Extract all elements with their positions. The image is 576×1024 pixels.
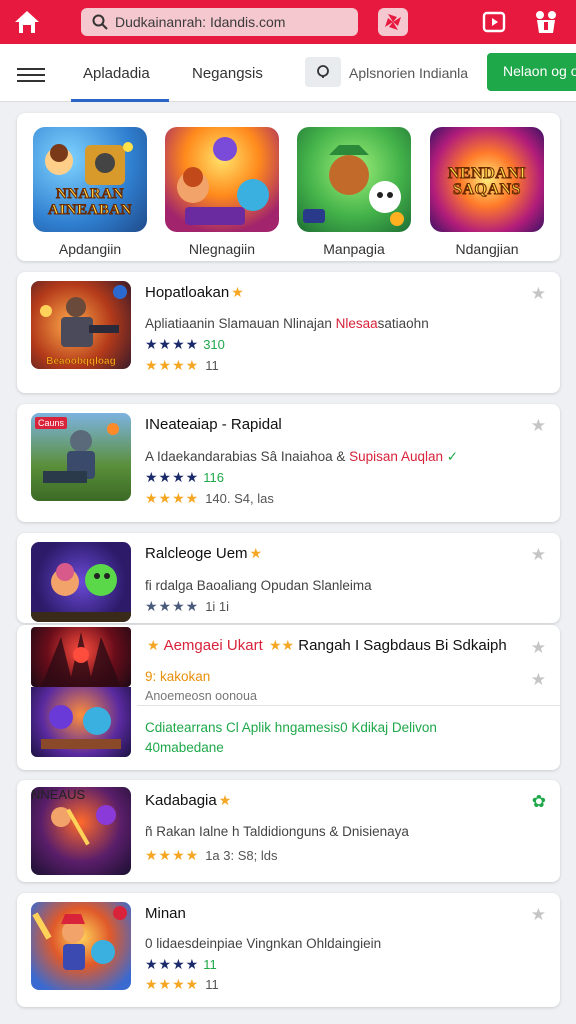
favorite-star-icon[interactable]: ★ — [531, 284, 546, 304]
app-description: Cdiatearrans Cl Aplik hngamesis0 Kdikaj … — [145, 720, 437, 735]
featured-item[interactable]: Nlegnagiin — [165, 127, 279, 257]
stars-icon: ★★★★ — [145, 847, 200, 863]
rating-star-icon: ★ — [218, 792, 232, 808]
home-icon[interactable] — [12, 8, 42, 36]
featured-label: Nlegnagiin — [188, 241, 256, 257]
app-description: ñ Rakan Ialne h Taldidionguns & Dnisiena… — [145, 824, 409, 839]
favorites-button[interactable] — [378, 8, 408, 36]
rating-row: ★★★★ 310 — [145, 336, 225, 352]
review-row: ★★★★ 140. S4, las — [145, 490, 274, 506]
app-description: 0 lidaesdeinpiae Vingnkan Ohldaingiein — [145, 936, 382, 951]
app-meta: Anoemeosn oonoua — [145, 689, 257, 703]
app-list-item[interactable]: Cauns INeateaiap - Rapidal ★ A Idaekanda… — [17, 404, 560, 522]
search-bar[interactable]: Dudkainanrah: Idandis.com — [81, 8, 358, 36]
tab-search-button[interactable] — [305, 57, 341, 87]
app-title: Kadabagia ★ — [145, 792, 232, 809]
tab-bar: Apladadia Negangsis Aplsnorien Indianla … — [0, 44, 576, 102]
app-title: Ralcleoge Uem ★ — [145, 545, 263, 562]
stars-icon: ★★★★ — [145, 490, 200, 506]
featured-item[interactable]: NNARAN AINEABAN Apdangiin — [33, 127, 147, 257]
app-list-item[interactable]: Ralcleoge Uem ★ ★ fi rdalga Baoaliang Opu… — [17, 533, 560, 623]
thumbnail-badge: Cauns — [35, 417, 68, 429]
app-title: INeateaiap - Rapidal — [145, 416, 282, 433]
app-description: fi rdalga Baoaliang Opudan Slanleima — [145, 578, 372, 593]
favorite-star-icon[interactable]: ★ — [531, 416, 546, 436]
gift-icon[interactable] — [531, 8, 561, 36]
rating-row: ★★★★ 116 — [145, 469, 224, 485]
search-icon — [92, 14, 108, 30]
thumbnail-caption: Beaoobqqloag — [46, 356, 116, 367]
review-row: ★★★★ 11 — [145, 976, 219, 992]
app-description: Apliatiaanin Slamauan Nlinajan Nlesaasat… — [145, 316, 429, 331]
app-thumbnail — [31, 687, 131, 757]
stars-icon: ★★★★ — [145, 598, 200, 614]
tab-search-label[interactable]: Aplsnorien Indianla — [349, 65, 468, 81]
app-description: A Idaekandarabias Sâ Inaiahoa & Supisan … — [145, 449, 459, 464]
featured-item[interactable]: Manpagia — [297, 127, 411, 257]
search-input[interactable]: Dudkainanrah: Idandis.com — [115, 14, 285, 30]
app-list-item[interactable]: Beaoobqqloag Hopatloakan ★ ★ Apliatiaanin… — [17, 272, 560, 393]
stars-icon: ★★★★ — [145, 336, 200, 352]
app-list-item[interactable]: Minan ★ 0 lidaesdeinpiae Vingnkan Ohldai… — [17, 893, 560, 1007]
rating-star-icon: ★ — [231, 284, 244, 300]
stars-icon: ★★★★ — [145, 469, 200, 485]
app-thumbnail: Cauns — [31, 413, 131, 501]
review-row: ★★★★ 11 — [145, 357, 219, 373]
app-subtitle: 9: kakokan — [145, 669, 211, 684]
app-thumbnail — [31, 542, 131, 622]
active-tab-indicator — [71, 99, 169, 102]
favorite-star-icon[interactable]: ★ — [531, 545, 546, 565]
menu-icon[interactable] — [17, 68, 45, 82]
divider — [137, 705, 560, 706]
app-thumbnail — [31, 902, 131, 990]
featured-thumbnail — [165, 127, 279, 232]
favorite-star-icon[interactable]: ★ — [531, 670, 546, 690]
app-list-item[interactable]: NNEAUS Kadabagia ★ ✿ ñ Rakan Ialne h Tald… — [17, 780, 560, 882]
rating-row: ★★★★ 11 — [145, 956, 217, 972]
top-app-bar: Dudkainanrah: Idandis.com — [0, 0, 576, 44]
stars-icon: ★★★★ — [145, 956, 200, 972]
app-title: Hopatloakan ★ — [145, 284, 244, 301]
featured-art-text: NNARAN AINEABAN — [47, 186, 132, 219]
favorite-star-icon[interactable]: ✿ — [532, 792, 546, 812]
rating-star-icon: ★ — [249, 545, 263, 561]
app-thumbnail — [31, 627, 131, 687]
rating-star-icon: ★ — [147, 637, 160, 653]
stars-icon: ★★★★ — [145, 976, 200, 992]
pinwheel-icon — [385, 14, 401, 30]
search-icon — [317, 65, 329, 78]
stars-icon: ★★★★ — [145, 357, 200, 373]
app-title: ★ Aemgaei Ukart ★★ Rangah I Sagbdaus Bi S… — [147, 637, 507, 654]
app-list-item-expanded[interactable]: ★ Aemgaei Ukart ★★ Rangah I Sagbdaus Bi S… — [17, 625, 560, 770]
install-button[interactable]: Nelaon og ong — [487, 53, 576, 91]
featured-art-text: NENDANI SAQANS — [447, 165, 527, 198]
app-description: 40mabedane — [145, 740, 224, 755]
review-row: ★★★★ 1a 3: S8; lds — [145, 847, 278, 863]
tab-apps[interactable]: Apladadia — [83, 65, 150, 82]
app-thumbnail: NNEAUS — [31, 787, 131, 875]
featured-thumbnail: NENDANI SAQANS — [430, 127, 544, 232]
app-title: Minan — [145, 905, 186, 922]
featured-thumbnail: NNARAN AINEABAN — [33, 127, 147, 232]
featured-label: Manpagia — [323, 241, 385, 257]
tab-games[interactable]: Negangsis — [192, 65, 263, 82]
featured-thumbnail — [297, 127, 411, 232]
favorite-star-icon[interactable]: ★ — [531, 905, 546, 925]
app-thumbnail: Beaoobqqloag — [31, 281, 131, 369]
rating-star-icon: ★★ — [268, 637, 295, 653]
featured-item[interactable]: NENDANI SAQANS Ndangjian — [430, 127, 544, 257]
featured-label: Apdangiin — [58, 241, 122, 257]
featured-label: Ndangjian — [455, 241, 519, 257]
video-icon[interactable] — [481, 10, 507, 34]
rating-row: ★★★★ 1i 1i — [145, 598, 230, 614]
favorite-star-icon[interactable]: ★ — [531, 638, 546, 658]
featured-carousel: NNARAN AINEABAN Apdangiin Nlegnagiin Man… — [17, 113, 560, 261]
